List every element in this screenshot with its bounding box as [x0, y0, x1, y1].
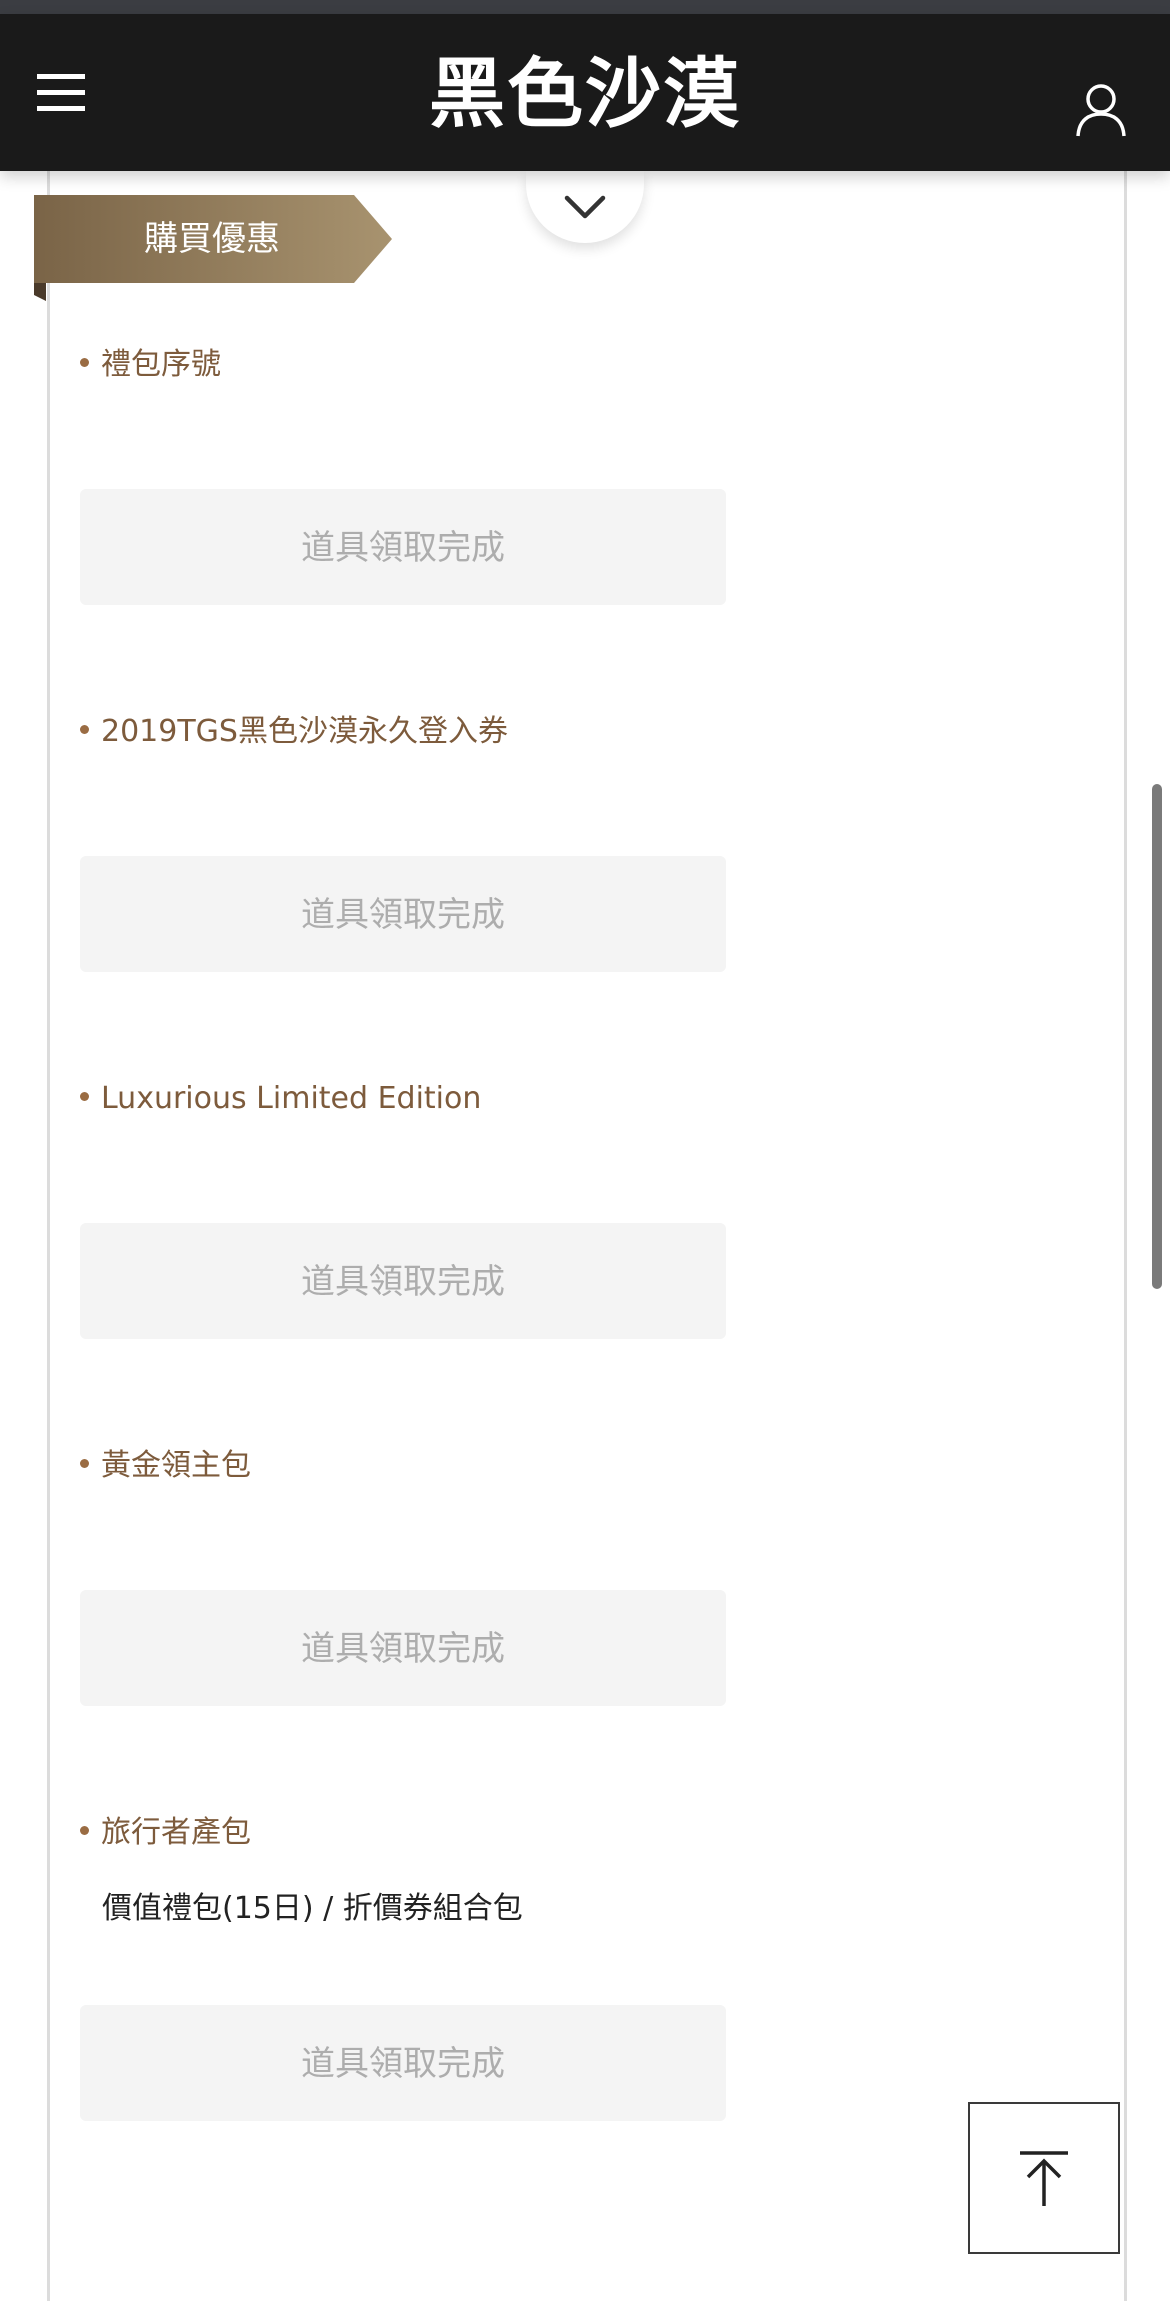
user-account-icon[interactable]: [1075, 82, 1127, 138]
gift-item-title: 禮包序號: [80, 343, 221, 387]
status-strip: [0, 0, 1170, 14]
bullet-dot: [80, 725, 89, 734]
claim-button[interactable]: 道具領取完成: [80, 2005, 726, 2121]
bullet-dot: [80, 1459, 89, 1468]
gift-item-title: Luxurious Limited Edition: [80, 1077, 481, 1121]
gift-item-title: 旅行者產包: [80, 1811, 251, 1855]
bullet-dot: [80, 358, 89, 367]
claim-button[interactable]: 道具領取完成: [80, 856, 726, 972]
bullet-dot: [80, 1826, 89, 1835]
claim-button[interactable]: 道具領取完成: [80, 1590, 726, 1706]
gift-item-description: 價值禮包(15日) / 折價券組合包: [102, 1891, 523, 1926]
back-to-top-button[interactable]: [968, 2102, 1120, 2254]
chevron-down-icon: [564, 195, 606, 219]
claim-button[interactable]: 道具領取完成: [80, 1223, 726, 1339]
page-scrollbar[interactable]: [1152, 784, 1162, 1289]
site-logo[interactable]: 黑色沙漠: [0, 44, 1170, 144]
bullet-dot: [80, 1092, 89, 1101]
gift-item-title: 黃金領主包: [80, 1444, 251, 1488]
arrow-up-to-top-icon: [1020, 2151, 1068, 2206]
claim-button[interactable]: 道具領取完成: [80, 489, 726, 605]
section-title-ribbon: 購買優惠: [144, 219, 280, 259]
gift-item-title: 2019TGS黑色沙漠永久登入券: [80, 710, 508, 754]
site-header: 黑色沙漠: [0, 14, 1170, 171]
